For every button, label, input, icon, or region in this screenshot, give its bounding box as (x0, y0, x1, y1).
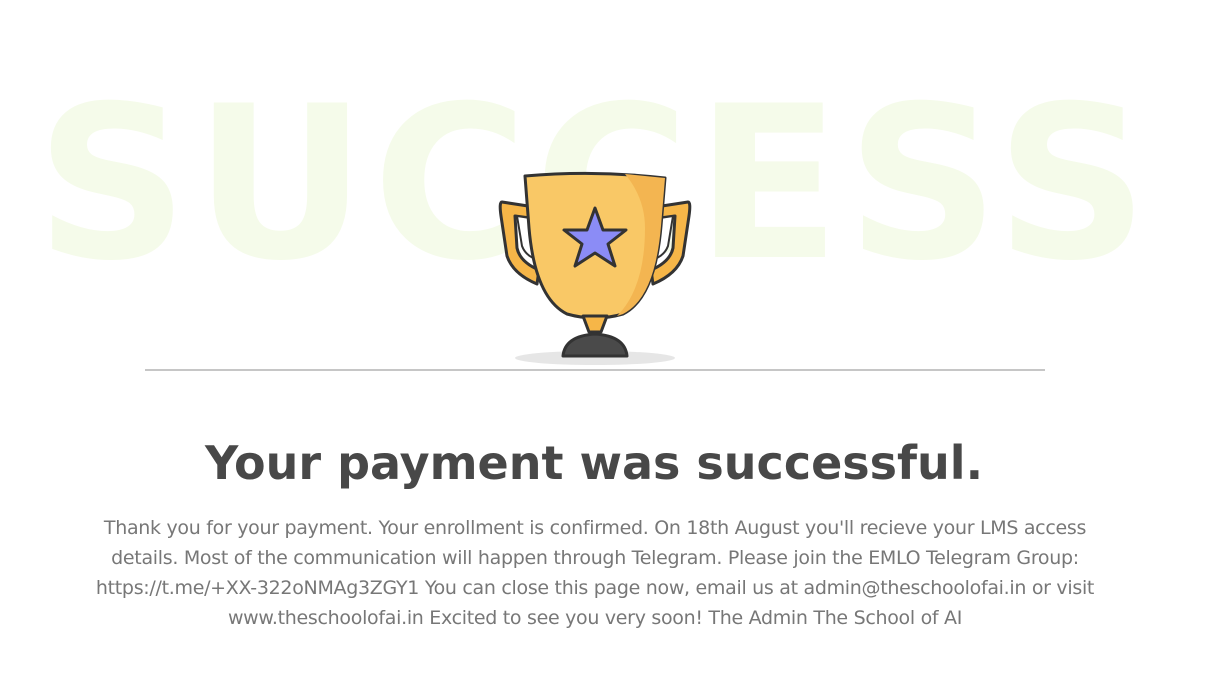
trophy-star-icon (498, 171, 692, 365)
page-title: Your payment was successful. (204, 436, 984, 490)
success-hero: SUCCESS (0, 0, 1214, 380)
hero-divider (145, 369, 1045, 371)
confirmation-message: Thank you for your payment. Your enrollm… (95, 517, 1095, 629)
success-page: SUCCESS Your payment was successful. Tha… (0, 0, 1214, 682)
